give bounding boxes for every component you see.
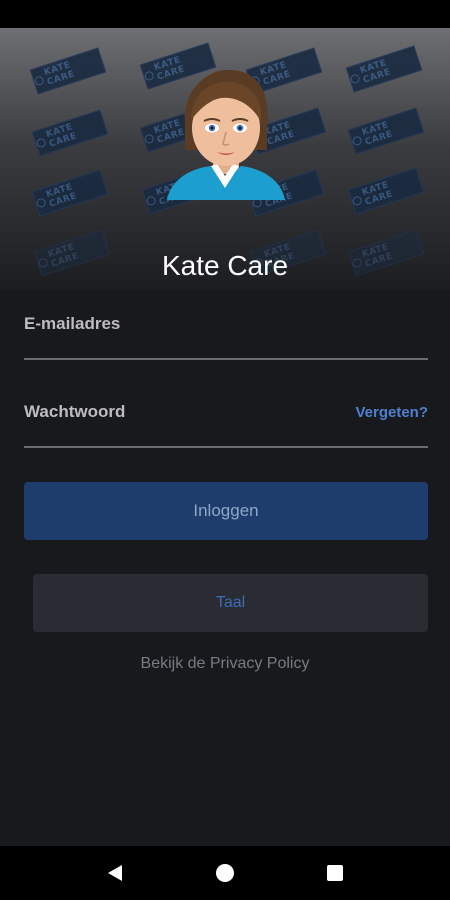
watermark-text: KATE CARE	[44, 122, 79, 150]
watermark-text: KATE CARE	[42, 60, 77, 88]
watermark-text: KATE CARE	[360, 120, 395, 148]
app-title: Kate Care	[161, 250, 289, 281]
system-navigation-bar	[0, 846, 450, 900]
watermark-tile: KATE CARE	[345, 45, 423, 93]
header-banner: KATE CARE KATE CARE KATE CARE KATE CARE …	[0, 28, 450, 290]
watermark-text: KATE CARE	[360, 180, 395, 208]
avatar	[167, 69, 285, 200]
logo-mark-icon	[35, 136, 47, 149]
watermark-tile: KATE CARE	[347, 107, 425, 155]
logo-mark-icon	[143, 132, 155, 145]
language-button-label: Taal	[215, 594, 246, 611]
back-button[interactable]	[100, 858, 130, 888]
login-button-label: Inloggen	[193, 501, 259, 520]
forgot-password-link[interactable]: Vergeten?	[355, 404, 428, 421]
email-field[interactable]: E-mailadres	[24, 314, 428, 360]
watermark-tile: KATE CARE	[31, 169, 109, 217]
privacy-policy-link[interactable]: Bekijk de Privacy Policy	[0, 655, 450, 673]
logo-mark-icon	[33, 74, 45, 87]
recents-square-icon	[327, 865, 343, 881]
watermark-text: KATE CARE	[358, 58, 393, 86]
login-button[interactable]: Inloggen	[24, 482, 428, 540]
logo-mark-icon	[351, 134, 363, 147]
logo-mark-icon	[351, 194, 363, 207]
password-field[interactable]: Wachtwoord Vergeten?	[24, 402, 428, 448]
watermark-text: KATE CARE	[44, 182, 79, 210]
logo-mark-icon	[143, 69, 155, 82]
back-triangle-icon	[108, 865, 122, 881]
email-input[interactable]	[24, 314, 428, 358]
logo-mark-icon	[145, 194, 157, 207]
logo-mark-icon	[35, 196, 47, 209]
watermark-tile: KATE CARE	[347, 167, 425, 215]
home-circle-icon	[216, 864, 234, 882]
home-button[interactable]	[210, 858, 240, 888]
watermark-tile: KATE CARE	[31, 109, 109, 157]
watermark-tile: KATE CARE	[29, 47, 107, 95]
status-bar	[0, 0, 450, 28]
language-button[interactable]: Taal	[33, 574, 428, 632]
recents-button[interactable]	[320, 858, 350, 888]
logo-mark-icon	[349, 72, 361, 85]
